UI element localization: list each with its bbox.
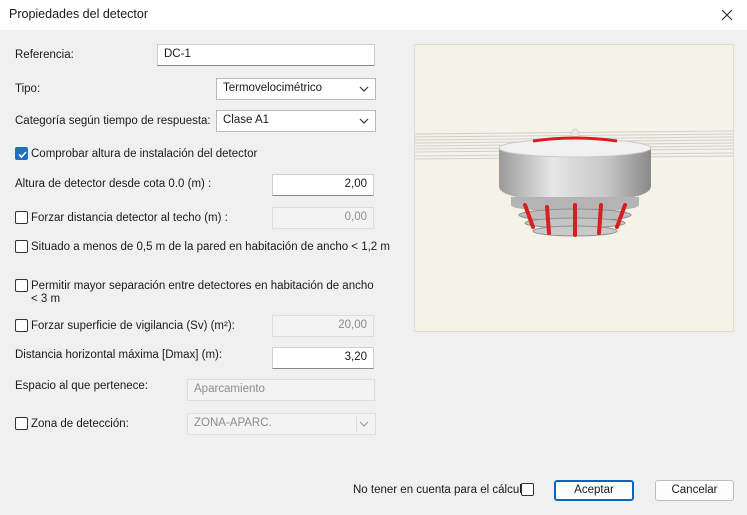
situado-label: Situado a menos de 0,5 m de la pared en … xyxy=(31,241,390,253)
forzar-distancia-label: Forzar distancia detector al techo (m) : xyxy=(31,212,228,224)
espacio-input: Aparcamiento xyxy=(187,379,375,401)
situado-checkbox[interactable] xyxy=(15,240,28,253)
close-icon xyxy=(721,9,733,21)
select-separator xyxy=(356,416,357,432)
tipo-select[interactable]: Termovelocimétrico xyxy=(216,78,376,100)
permitir-label: Permitir mayor separación entre detector… xyxy=(31,280,374,305)
distancia-label: Distancia horizontal máxima [Dmax] (m): xyxy=(15,349,223,361)
forzar-distancia-input: 0,00 xyxy=(272,207,374,229)
no-tener-label: No tener en cuenta para el cálculo xyxy=(353,484,529,496)
title-bar: Propiedades del detector xyxy=(0,0,747,30)
no-tener-checkbox[interactable] xyxy=(521,483,534,496)
checkmark-icon xyxy=(18,151,27,159)
altura-label: Altura de detector desde cota 0.0 (m) : xyxy=(15,178,212,190)
close-button[interactable] xyxy=(707,0,747,30)
detector-preview xyxy=(414,44,734,332)
forzar-superficie-checkbox[interactable] xyxy=(15,319,28,332)
referencia-input[interactable]: DC-1 xyxy=(157,44,375,66)
tipo-label: Tipo: xyxy=(15,83,41,95)
accept-button[interactable]: Aceptar xyxy=(554,480,634,501)
forzar-superficie-label: Forzar superficie de vigilancia (Sv) (m²… xyxy=(31,320,235,332)
zona-label: Zona de detección: xyxy=(31,418,129,430)
categoria-selected: Clase A1 xyxy=(223,114,270,126)
tipo-selected: Termovelocimétrico xyxy=(223,82,323,94)
distancia-input[interactable]: 3,20 xyxy=(272,347,374,369)
chevron-down-icon xyxy=(359,86,369,92)
zona-select: ZONA-APARC. xyxy=(187,413,376,435)
chevron-down-icon xyxy=(359,421,369,427)
espacio-label: Espacio al que pertenece: xyxy=(15,380,148,392)
zona-checkbox[interactable] xyxy=(15,417,28,430)
chevron-down-icon xyxy=(359,118,369,124)
detector-3d-view xyxy=(415,128,733,237)
referencia-label: Referencia: xyxy=(15,49,74,61)
forzar-distancia-checkbox[interactable] xyxy=(15,211,28,224)
window-title: Propiedades del detector xyxy=(9,7,148,21)
comprobar-altura-checkbox[interactable] xyxy=(15,147,28,160)
comprobar-altura-label: Comprobar altura de instalación del dete… xyxy=(31,148,258,160)
altura-input[interactable]: 2,00 xyxy=(272,174,374,196)
cancel-button[interactable]: Cancelar xyxy=(655,480,734,501)
permitir-checkbox[interactable] xyxy=(15,279,28,292)
categoria-label: Categoría según tiempo de respuesta: xyxy=(15,115,211,127)
categoria-select[interactable]: Clase A1 xyxy=(216,110,376,132)
zona-selected: ZONA-APARC. xyxy=(194,417,272,429)
forzar-superficie-input: 20,00 xyxy=(272,315,374,337)
